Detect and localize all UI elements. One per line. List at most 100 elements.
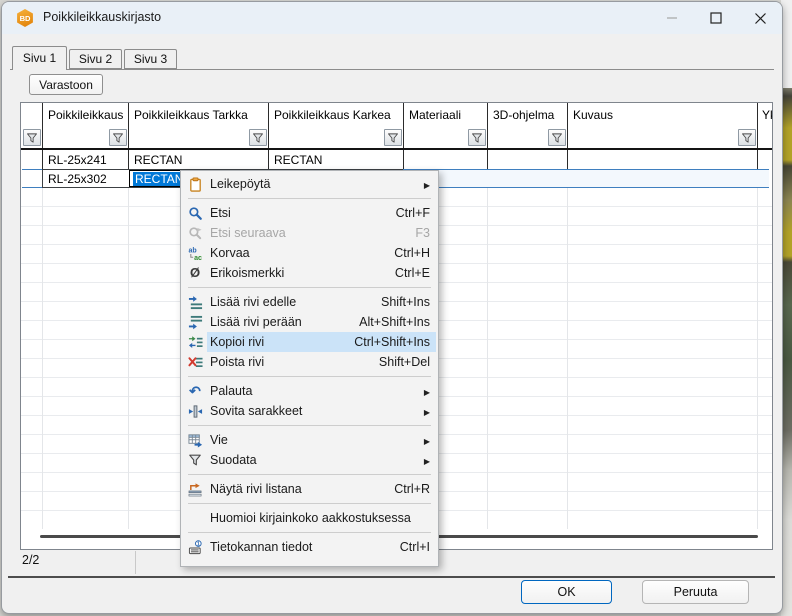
filter-funnel-icon bbox=[26, 132, 38, 144]
replace-icon: abac bbox=[185, 245, 205, 261]
menu-item-tietokannan-tiedot[interactable]: 1 Tietokannan tiedot Ctrl+I bbox=[181, 537, 438, 557]
varastoon-button[interactable]: Varastoon bbox=[29, 74, 103, 95]
window-title: Poikkileikkauskirjasto bbox=[43, 10, 161, 24]
menu-separator bbox=[181, 499, 438, 508]
search-next-icon bbox=[185, 225, 205, 241]
insert-row-before-icon bbox=[185, 294, 205, 310]
menu-item-erikoismerkki[interactable]: Ø Erikoismerkki Ctrl+E bbox=[181, 263, 438, 283]
cell-row1-karkea[interactable]: RECTAN bbox=[274, 153, 322, 167]
tab-strip-baseline bbox=[10, 69, 774, 70]
filter-funnel-icon bbox=[471, 132, 483, 144]
menu-item-kopioi-rivi[interactable]: Kopioi rivi Ctrl+Shift+Ins bbox=[181, 332, 438, 352]
column-header-3d-ohjelma[interactable]: 3D-ohjelma bbox=[493, 108, 554, 122]
submenu-arrow-icon bbox=[419, 382, 430, 400]
grid-line bbox=[757, 188, 758, 529]
submenu-arrow-icon bbox=[419, 402, 430, 420]
column-header-tarkka[interactable]: Poikkileikkaus Tarkka bbox=[134, 108, 248, 122]
filter-button-kuvaus[interactable] bbox=[738, 129, 756, 146]
delete-row-icon bbox=[185, 354, 205, 370]
copy-row-icon bbox=[185, 334, 205, 350]
cancel-button[interactable]: Peruuta bbox=[642, 580, 749, 604]
filter-button-3d-ohjelma[interactable] bbox=[548, 129, 566, 146]
column-header-karkea[interactable]: Poikkileikkaus Karkea bbox=[274, 108, 391, 122]
grid-line bbox=[567, 188, 568, 529]
title-bar[interactable]: BD Poikkileikkauskirjasto bbox=[2, 2, 782, 34]
filter-button-karkea[interactable] bbox=[384, 129, 402, 146]
menu-item-etsi-seuraava: Etsi seuraava F3 bbox=[181, 223, 438, 243]
show-row-list-icon bbox=[185, 481, 205, 497]
menu-item-korvaa[interactable]: abac Korvaa Ctrl+H bbox=[181, 243, 438, 263]
menu-item-lisaa-rivi-edelle[interactable]: Lisää rivi edelle Shift+Ins bbox=[181, 292, 438, 312]
minimize-button[interactable] bbox=[650, 2, 694, 34]
special-character-icon: Ø bbox=[185, 265, 205, 281]
cell-row1-tarkka[interactable]: RECTAN bbox=[134, 153, 182, 167]
menu-item-lisaa-rivi-peraan[interactable]: Lisää rivi perään Alt+Shift+Ins bbox=[181, 312, 438, 332]
status-bar-divider bbox=[135, 551, 136, 574]
menu-item-etsi[interactable]: Etsi Ctrl+F bbox=[181, 203, 438, 223]
column-header-materiaali[interactable]: Materiaali bbox=[409, 108, 461, 122]
column-header-yksikko[interactable]: Yks bbox=[762, 108, 773, 122]
menu-separator bbox=[181, 421, 438, 430]
maximize-button[interactable] bbox=[694, 2, 738, 34]
selected-cell-text: RECTAN bbox=[133, 172, 185, 186]
menu-item-huomioi-kirjainkoko[interactable]: Huomioi kirjainkoko aakkostuksessa bbox=[181, 508, 438, 528]
app-icon: BD bbox=[16, 9, 34, 27]
minimize-icon bbox=[666, 12, 678, 24]
column-header-kuvaus[interactable]: Kuvaus bbox=[573, 108, 613, 122]
svg-text:ab: ab bbox=[188, 247, 196, 254]
filter-funnel-icon bbox=[551, 132, 563, 144]
tab-sivu-2[interactable]: Sivu 2 bbox=[69, 49, 122, 69]
filter-button-materiaali[interactable] bbox=[468, 129, 486, 146]
menu-separator bbox=[181, 372, 438, 381]
filter-funnel-icon bbox=[252, 132, 264, 144]
filter-button-poikkileikkaus[interactable] bbox=[109, 129, 127, 146]
filter-button-rowheader[interactable] bbox=[23, 129, 41, 146]
submenu-arrow-icon bbox=[419, 451, 430, 469]
header-separator-line bbox=[21, 148, 772, 150]
menu-item-vie[interactable]: Vie bbox=[181, 430, 438, 450]
menu-separator bbox=[181, 528, 438, 537]
close-icon bbox=[754, 12, 767, 25]
filter-button-tarkka[interactable] bbox=[249, 129, 267, 146]
clipboard-icon bbox=[185, 176, 205, 192]
export-icon bbox=[185, 432, 205, 448]
grid-line bbox=[487, 188, 488, 529]
menu-separator bbox=[181, 283, 438, 292]
menu-item-poista-rivi[interactable]: Poista rivi Shift+Del bbox=[181, 352, 438, 372]
menu-item-sovita-sarakkeet[interactable]: Sovita sarakkeet bbox=[181, 401, 438, 421]
grid-line bbox=[128, 188, 129, 529]
cell-row2-poikkileikkaus[interactable]: RL-25x302 bbox=[48, 172, 107, 186]
filter-funnel-icon bbox=[741, 132, 753, 144]
menu-item-palauta[interactable]: ↶ Palauta bbox=[181, 381, 438, 401]
menu-separator bbox=[181, 194, 438, 203]
svg-text:1: 1 bbox=[196, 541, 199, 547]
cell-row1-poikkileikkaus[interactable]: RL-25x241 bbox=[48, 153, 107, 167]
menu-item-suodata[interactable]: Suodata bbox=[181, 450, 438, 470]
svg-text:ac: ac bbox=[194, 255, 202, 261]
submenu-arrow-icon bbox=[419, 175, 430, 193]
menu-separator bbox=[181, 470, 438, 479]
filter-funnel-icon bbox=[112, 132, 124, 144]
column-header-poikkileikkaus[interactable]: Poikkileikkaus bbox=[48, 108, 123, 122]
undo-icon: ↶ bbox=[185, 383, 205, 399]
filter-funnel-icon bbox=[387, 132, 399, 144]
submenu-arrow-icon bbox=[419, 431, 430, 449]
filter-icon bbox=[185, 452, 205, 468]
menu-item-nayta-rivi-listana[interactable]: Näytä rivi listana Ctrl+R bbox=[181, 479, 438, 499]
close-button[interactable] bbox=[738, 2, 782, 34]
menu-item-leikepoyta[interactable]: Leikepöytä bbox=[181, 174, 438, 194]
no-icon bbox=[185, 510, 205, 526]
ok-button[interactable]: OK bbox=[521, 580, 612, 604]
content-bottom-edge bbox=[8, 576, 775, 578]
fit-columns-icon bbox=[185, 403, 205, 419]
row-count-indicator: 2/2 bbox=[22, 553, 39, 567]
maximize-icon bbox=[710, 12, 722, 24]
context-menu: Leikepöytä Etsi Ctrl+F Etsi seuraava F3 … bbox=[180, 170, 439, 567]
search-icon bbox=[185, 205, 205, 221]
insert-row-after-icon bbox=[185, 314, 205, 330]
selected-row-tint bbox=[403, 170, 769, 187]
tab-sivu-3[interactable]: Sivu 3 bbox=[124, 49, 177, 69]
database-info-icon: 1 bbox=[185, 539, 205, 555]
grid-line bbox=[42, 188, 43, 529]
tab-sivu-1[interactable]: Sivu 1 bbox=[12, 46, 67, 70]
